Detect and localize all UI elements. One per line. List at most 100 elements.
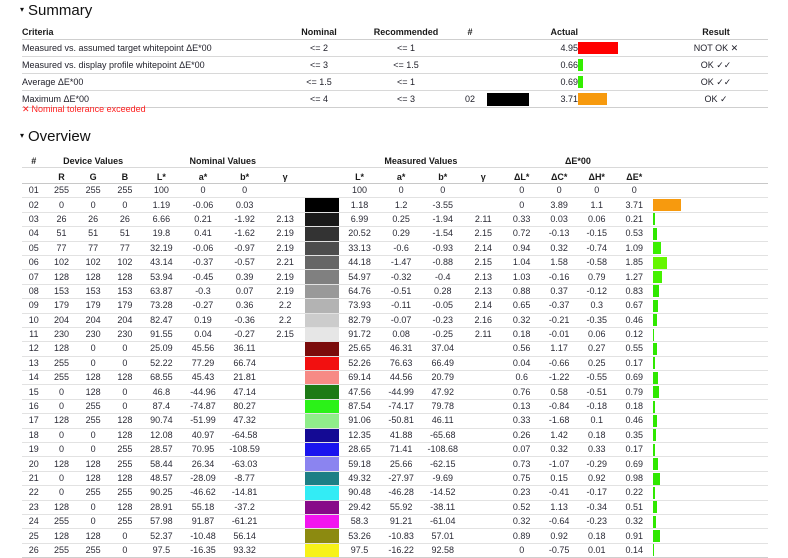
measured-a: 1.2 bbox=[380, 197, 422, 213]
nominal-L: 53.94 bbox=[140, 269, 183, 285]
summary-section-header[interactable]: ▾ Summary bbox=[20, 2, 92, 19]
nominal-a: -0.27 bbox=[182, 298, 224, 314]
measured-L: 69.14 bbox=[338, 370, 381, 386]
color-swatch bbox=[304, 385, 339, 399]
device-b: 51 bbox=[109, 226, 141, 242]
measured-a: -0.07 bbox=[380, 313, 422, 328]
delta-bar-track bbox=[652, 501, 768, 514]
color-swatch bbox=[304, 371, 339, 385]
nominal-a: -10.48 bbox=[182, 528, 224, 544]
color-swatch-cell bbox=[304, 284, 339, 300]
delta-bar-fill bbox=[652, 486, 655, 499]
delta-bar-fill bbox=[652, 544, 654, 557]
nominal-b: -8.77 bbox=[223, 471, 266, 487]
measured-L: 91.06 bbox=[338, 413, 381, 429]
nominal-L: 12.08 bbox=[140, 428, 183, 444]
row-index: 06 bbox=[22, 255, 46, 271]
delta-L: 0 bbox=[502, 183, 541, 199]
delta-L: 0.75 bbox=[502, 471, 541, 487]
table-row: 25 128 128 0 52.37 -10.48 56.14 53.26 -10.83 57.0… bbox=[22, 528, 768, 544]
delta-bar-track bbox=[652, 314, 768, 327]
delta-L: 0.33 bbox=[502, 413, 541, 429]
measured-b: 46.11 bbox=[421, 413, 464, 429]
device-b: 255 bbox=[109, 456, 141, 472]
measured-a: 46.31 bbox=[380, 341, 422, 357]
delta-bar-track bbox=[652, 342, 768, 355]
measured-L: 100 bbox=[338, 183, 381, 199]
summary-bar-track bbox=[578, 91, 664, 107]
overview-col-dH: ΔH* bbox=[577, 167, 616, 184]
nominal-gamma bbox=[265, 428, 305, 444]
overview-col-measured-b: b* bbox=[421, 167, 464, 184]
table-row: 16 0 255 0 87.4 -74.87 80.27 87.54 -74.17 79.78 0.… bbox=[22, 399, 768, 415]
measured-a: 76.63 bbox=[380, 356, 422, 372]
delta-bar-track bbox=[652, 256, 768, 269]
nominal-gamma bbox=[265, 399, 305, 415]
device-b: 0 bbox=[109, 399, 141, 415]
measured-gamma bbox=[463, 485, 503, 501]
nominal-a: 40.97 bbox=[182, 428, 224, 444]
measured-gamma: 2.14 bbox=[463, 298, 503, 314]
measured-b: -62.15 bbox=[421, 456, 464, 472]
delta-bar-cell bbox=[652, 269, 768, 285]
delta-C: 0.03 bbox=[540, 212, 578, 228]
summary-col-result: Result bbox=[664, 22, 768, 40]
measured-a: 0.08 bbox=[380, 327, 422, 343]
delta-bar-cell bbox=[652, 284, 768, 300]
color-swatch bbox=[304, 284, 339, 299]
delta-bar-track bbox=[652, 385, 768, 399]
summary-bar-track bbox=[578, 74, 664, 90]
overview-col-dL: ΔL* bbox=[502, 167, 541, 184]
delta-L: 0.23 bbox=[502, 485, 541, 501]
nominal-b: -0.36 bbox=[223, 313, 266, 328]
measured-gamma: 2.15 bbox=[463, 255, 503, 271]
delta-E: 0.67 bbox=[615, 298, 653, 314]
overview-title: Overview bbox=[28, 128, 91, 145]
row-index: 23 bbox=[22, 500, 46, 515]
nominal-L: 32.19 bbox=[140, 241, 183, 256]
delta-L: 0.89 bbox=[502, 528, 541, 544]
row-index: 10 bbox=[22, 313, 46, 328]
delta-bar-cell bbox=[652, 442, 768, 458]
delta-bar-cell bbox=[652, 356, 768, 372]
nominal-b: 36.11 bbox=[223, 341, 266, 357]
measured-b: 79.78 bbox=[421, 399, 464, 415]
delta-bar-track bbox=[652, 299, 768, 312]
nominal-gamma bbox=[265, 197, 305, 213]
delta-H: -0.34 bbox=[577, 500, 616, 515]
delta-H: 0.1 bbox=[577, 413, 616, 429]
color-swatch bbox=[304, 414, 339, 428]
delta-C: -0.66 bbox=[540, 356, 578, 372]
measured-L: 97.5 bbox=[338, 543, 381, 558]
delta-E: 0.21 bbox=[615, 212, 653, 228]
overview-group-delta: ΔE*00 bbox=[502, 152, 653, 168]
delta-E: 0.12 bbox=[615, 327, 653, 343]
device-r: 51 bbox=[45, 226, 78, 242]
row-index: 22 bbox=[22, 485, 46, 501]
chevron-down-icon[interactable]: ▾ bbox=[20, 131, 24, 140]
nominal-L: 90.74 bbox=[140, 413, 183, 429]
measured-gamma: 2.16 bbox=[463, 313, 503, 328]
summary-patch-number bbox=[454, 73, 486, 91]
color-swatch-cell bbox=[304, 370, 339, 386]
overview-section-header[interactable]: ▾ Overview bbox=[20, 128, 91, 145]
delta-bar-track bbox=[652, 227, 768, 240]
color-swatch-cell bbox=[304, 197, 339, 213]
chevron-down-icon[interactable]: ▾ bbox=[20, 5, 24, 14]
delta-bar-cell bbox=[652, 212, 768, 228]
nominal-gamma bbox=[265, 485, 305, 501]
device-r: 204 bbox=[45, 313, 78, 328]
color-swatch bbox=[304, 543, 339, 558]
nominal-L: 87.4 bbox=[140, 399, 183, 415]
delta-bar-cell bbox=[652, 485, 768, 501]
table-row: 19 0 0 255 28.57 70.95 -108.59 28.65 71.41 -108.6… bbox=[22, 442, 768, 458]
row-index: 24 bbox=[22, 514, 46, 530]
measured-L: 53.26 bbox=[338, 528, 381, 544]
measured-b: -0.93 bbox=[421, 241, 464, 256]
color-swatch bbox=[304, 212, 339, 227]
table-row: 13 255 0 0 52.22 77.29 66.74 52.26 76.63 66.49 0.0… bbox=[22, 356, 768, 372]
measured-gamma: 2.14 bbox=[463, 241, 503, 256]
delta-bar-fill bbox=[652, 299, 658, 312]
nominal-a: -44.96 bbox=[182, 384, 224, 400]
delta-E: 0.22 bbox=[615, 485, 653, 501]
